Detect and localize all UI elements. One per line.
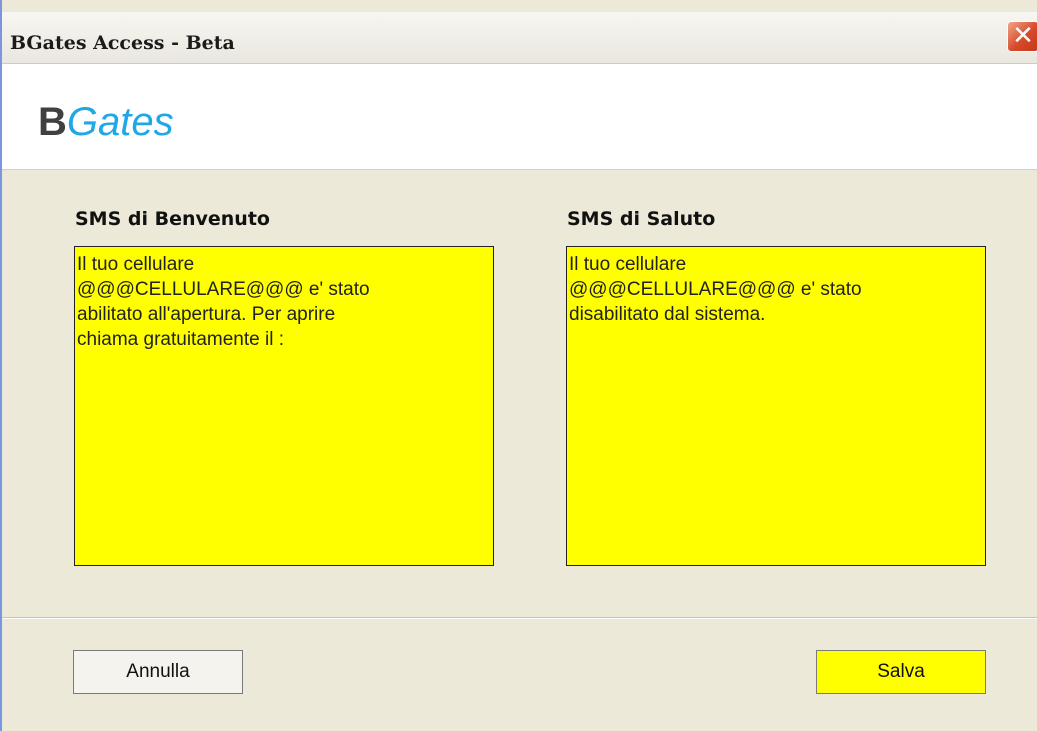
save-button[interactable]: Salva [816,650,986,694]
welcome-sms-label: SMS di Benvenuto [75,208,270,230]
footer-divider [2,617,1037,619]
welcome-sms-textarea[interactable]: Il tuo cellulare @@@CELLULARE@@@ e' stat… [74,246,494,566]
cancel-button[interactable]: Annulla [73,650,243,694]
logo-word-gates: Gates [66,100,174,144]
title-bar[interactable]: BGates Access - Beta ✕ [2,12,1037,64]
app-window: BGates Access - Beta ✕ BGates SMS di Ben… [0,0,1037,731]
close-button[interactable]: ✕ [1007,21,1037,52]
goodbye-sms-textarea[interactable]: Il tuo cellulare @@@CELLULARE@@@ e' stat… [566,246,986,566]
goodbye-sms-label: SMS di Saluto [567,208,716,230]
window-title: BGates Access - Beta [10,32,235,54]
header-banner: BGates [2,64,1037,170]
close-icon: ✕ [1012,21,1034,51]
logo-letter-b: B [38,100,67,144]
bgates-logo: BGates [38,100,174,144]
